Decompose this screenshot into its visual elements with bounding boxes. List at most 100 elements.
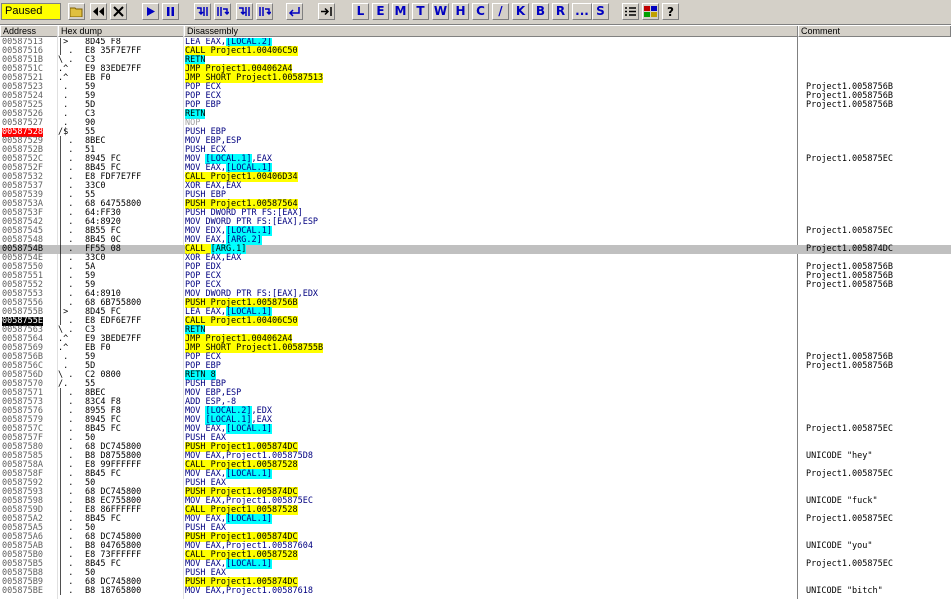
row-comment: Project1.005875EC	[806, 424, 893, 434]
disassembly-listing[interactable]: 00587513 |> 8D45 F8 LEA EAX,[LOCAL.2] 005875…	[0, 38, 951, 599]
header-address[interactable]: Address	[0, 26, 58, 37]
table-row[interactable]: 0058753A | . 68 64755800 PUSH Project1.0058…	[0, 199, 951, 209]
table-row[interactable]: 00587516 | . E8 35F7E7FF CALL Project1.0040…	[0, 46, 951, 56]
table-row[interactable]: 0058757F | . 50 PUSH EAX	[0, 434, 951, 443]
toolbar-btn-t[interactable]: T	[412, 3, 429, 20]
restart-button[interactable]	[90, 3, 107, 20]
trace-over-icon	[258, 6, 271, 17]
table-row[interactable]: 0058751B \ . C3 RETN	[0, 55, 951, 65]
table-row[interactable]: 0058756D \ . C2 0800 RETN 8	[0, 370, 951, 380]
row-comment: Project1.005875EC	[806, 226, 893, 236]
execute-till-return-button[interactable]	[286, 3, 303, 20]
table-row[interactable]: 00587552 | . 59 POP ECX Project1.0058756B	[0, 281, 951, 290]
pause-icon	[165, 6, 176, 17]
row-comment: Project1.005875EC	[806, 154, 893, 164]
toolbar-btn-e[interactable]: E	[372, 3, 389, 20]
close-button[interactable]	[110, 3, 127, 20]
table-row[interactable]: 00587553 | . 64:8910 MOV DWORD PTR FS:[EAX]…	[0, 290, 951, 299]
toolbar-btn-k[interactable]: K	[512, 3, 529, 20]
table-row[interactable]: 00587528/$ 55 PUSH EBP	[0, 128, 951, 137]
open-button[interactable]	[68, 3, 85, 20]
table-row[interactable]: 00587573 | . 83C4 F8 ADD ESP,-8	[0, 398, 951, 407]
row-marker: | .	[58, 586, 74, 596]
table-row[interactable]: 00587532 | . E8 FDF7E7FF CALL Project1.0040…	[0, 172, 951, 182]
table-row[interactable]: 00587513 |> 8D45 F8 LEA EAX,[LOCAL.2]	[0, 38, 951, 47]
help-button[interactable]: ?	[662, 3, 679, 20]
trace-over-button[interactable]	[256, 3, 273, 20]
table-row[interactable]: 00587576 | . 8955 F8 MOV [LOCAL.2],EDX	[0, 406, 951, 416]
table-row[interactable]: 0058752F | . 8B45 FC MOV EAX,[LOCAL.1]	[0, 163, 951, 173]
go-to-button[interactable]	[318, 3, 335, 20]
table-row[interactable]: 0058753F | . 64:FF30 PUSH DWORD PTR FS:[EAX…	[0, 209, 951, 218]
table-row[interactable]: 0058754B | . FF55 08 CALL [ARG.1] Project1.0…	[0, 244, 951, 254]
options-button[interactable]	[622, 3, 639, 20]
windows-button[interactable]	[642, 3, 659, 20]
table-row[interactable]: 00587545 | . 8B55 FC MOV EDX,[LOCAL.1] Proje…	[0, 226, 951, 236]
table-row[interactable]: 005875AB | . B8 04765800 MOV EAX,Project1.0…	[0, 542, 951, 551]
toolbar-btn-slash[interactable]: /	[492, 3, 509, 20]
row-comment: UNICODE "bitch"	[806, 586, 883, 596]
table-row[interactable]: 005875B5 | . 8B45 FC MOV EAX,[LOCAL.1] Proje…	[0, 559, 951, 569]
row-hex: B8 18765800	[85, 586, 142, 596]
step-over-button[interactable]	[214, 3, 231, 20]
step-over-icon	[216, 6, 229, 17]
table-row[interactable]: 005875A5 | . 50 PUSH EAX	[0, 524, 951, 533]
toolbar: Paused L E M T W H C / K B R ... S ?	[0, 0, 951, 25]
toolbar-btn-l[interactable]: L	[352, 3, 369, 20]
table-row[interactable]: 0058756C . 5D POP EBP Project1.0058756B	[0, 362, 951, 371]
toolbar-btn-b[interactable]: B	[532, 3, 549, 20]
list-icon	[624, 6, 637, 17]
trace-into-icon	[238, 6, 251, 17]
toolbar-btn-r[interactable]: R	[552, 3, 569, 20]
table-row[interactable]: 00587525 . 5D POP EBP Project1.0058756B	[0, 101, 951, 110]
row-comment: Project1.005875EC	[806, 469, 893, 479]
toolbar-btn-s[interactable]: S	[592, 3, 609, 20]
toolbar-btn-h[interactable]: H	[452, 3, 469, 20]
table-row[interactable]: 00587592 | . 50 PUSH EAX	[0, 479, 951, 488]
table-row[interactable]: 005875BE | . B8 18765800 MOV EAX,Project1.0…	[0, 587, 951, 596]
run-button[interactable]	[142, 3, 159, 20]
table-row[interactable]: 0058758F | . 8B45 FC MOV EAX,[LOCAL.1] Proje…	[0, 469, 951, 479]
table-row[interactable]: 00587539 | . 55 PUSH EBP	[0, 191, 951, 200]
arrow-to-bar-icon	[320, 6, 333, 17]
toolbar-btn-dots[interactable]: ...	[572, 3, 592, 20]
toolbar-btn-m[interactable]: M	[392, 3, 409, 20]
table-row[interactable]: 00587563 \ . C3 RETN	[0, 325, 951, 335]
table-row[interactable]: 00587571 | . 8BEC MOV EBP,ESP	[0, 389, 951, 398]
row-comment: Project1.0058756B	[806, 100, 893, 110]
table-row[interactable]: 00587527 . 90 NOP	[0, 119, 951, 128]
table-row[interactable]: 00587537 | . 33C0 XOR EAX,EAX	[0, 182, 951, 191]
toolbar-btn-c[interactable]: C	[472, 3, 489, 20]
table-row[interactable]: 00587570/. 55 PUSH EBP	[0, 380, 951, 389]
table-row[interactable]: 0058755E | . E8 EDF6E7FF CALL Project1.0040…	[0, 316, 951, 326]
table-row[interactable]: 005875A2 | . 8B45 FC MOV EAX,[LOCAL.1] Proje…	[0, 514, 951, 524]
table-row[interactable]: 00587529 | . 8BEC MOV EBP,ESP	[0, 137, 951, 146]
row-comment: Project1.0058756B	[806, 361, 893, 371]
row-comment: Project1.005875EC	[806, 514, 893, 524]
row-comment: Project1.005875EC	[806, 559, 893, 569]
header-hex-dump[interactable]: Hex dump	[58, 26, 184, 37]
pause-button[interactable]	[162, 3, 179, 20]
table-row[interactable]: 0058751C .^ E9 83EDE7FF JMP Project1.004062…	[0, 64, 951, 74]
row-comment: UNICODE "fuck"	[806, 496, 878, 506]
trace-into-button[interactable]	[236, 3, 253, 20]
help-icon: ?	[667, 4, 674, 19]
table-row[interactable]: 00587564 .^ E9 3BEDE7FF JMP Project1.004062…	[0, 334, 951, 344]
column-header: Address Hex dump Disassembly Comment	[0, 26, 951, 37]
table-row[interactable]: 00587598 | . B8 EC755800 MOV EAX,Project1.0…	[0, 497, 951, 506]
row-comment: Project1.0058756B	[806, 280, 893, 290]
grid-icon	[644, 6, 657, 17]
table-row[interactable]: 0058752C | . 8945 FC MOV [LOCAL.1],EAX Proje…	[0, 154, 951, 164]
table-row[interactable]: 00587526 . C3 RETN	[0, 109, 951, 119]
table-row[interactable]: 00587585 | . B8 D8755800 MOV EAX,Project1.0…	[0, 452, 951, 461]
step-into-icon	[196, 6, 209, 17]
header-disassembly[interactable]: Disassembly	[184, 26, 798, 37]
header-comment[interactable]: Comment	[798, 26, 951, 37]
table-row[interactable]: 00587556 | . 68 6B755800 PUSH Project1.0058…	[0, 298, 951, 308]
table-row[interactable]: 005875B8 | . 50 PUSH EAX	[0, 569, 951, 578]
row-comment: UNICODE "hey"	[806, 451, 873, 461]
toolbar-btn-w[interactable]: W	[432, 3, 449, 20]
step-into-button[interactable]	[194, 3, 211, 20]
table-row[interactable]: 0058757C | . 8B45 FC MOV EAX,[LOCAL.1] Proje…	[0, 424, 951, 434]
table-row[interactable]: 0058755B |> 8D45 FC LEA EAX,[LOCAL.1]	[0, 307, 951, 317]
